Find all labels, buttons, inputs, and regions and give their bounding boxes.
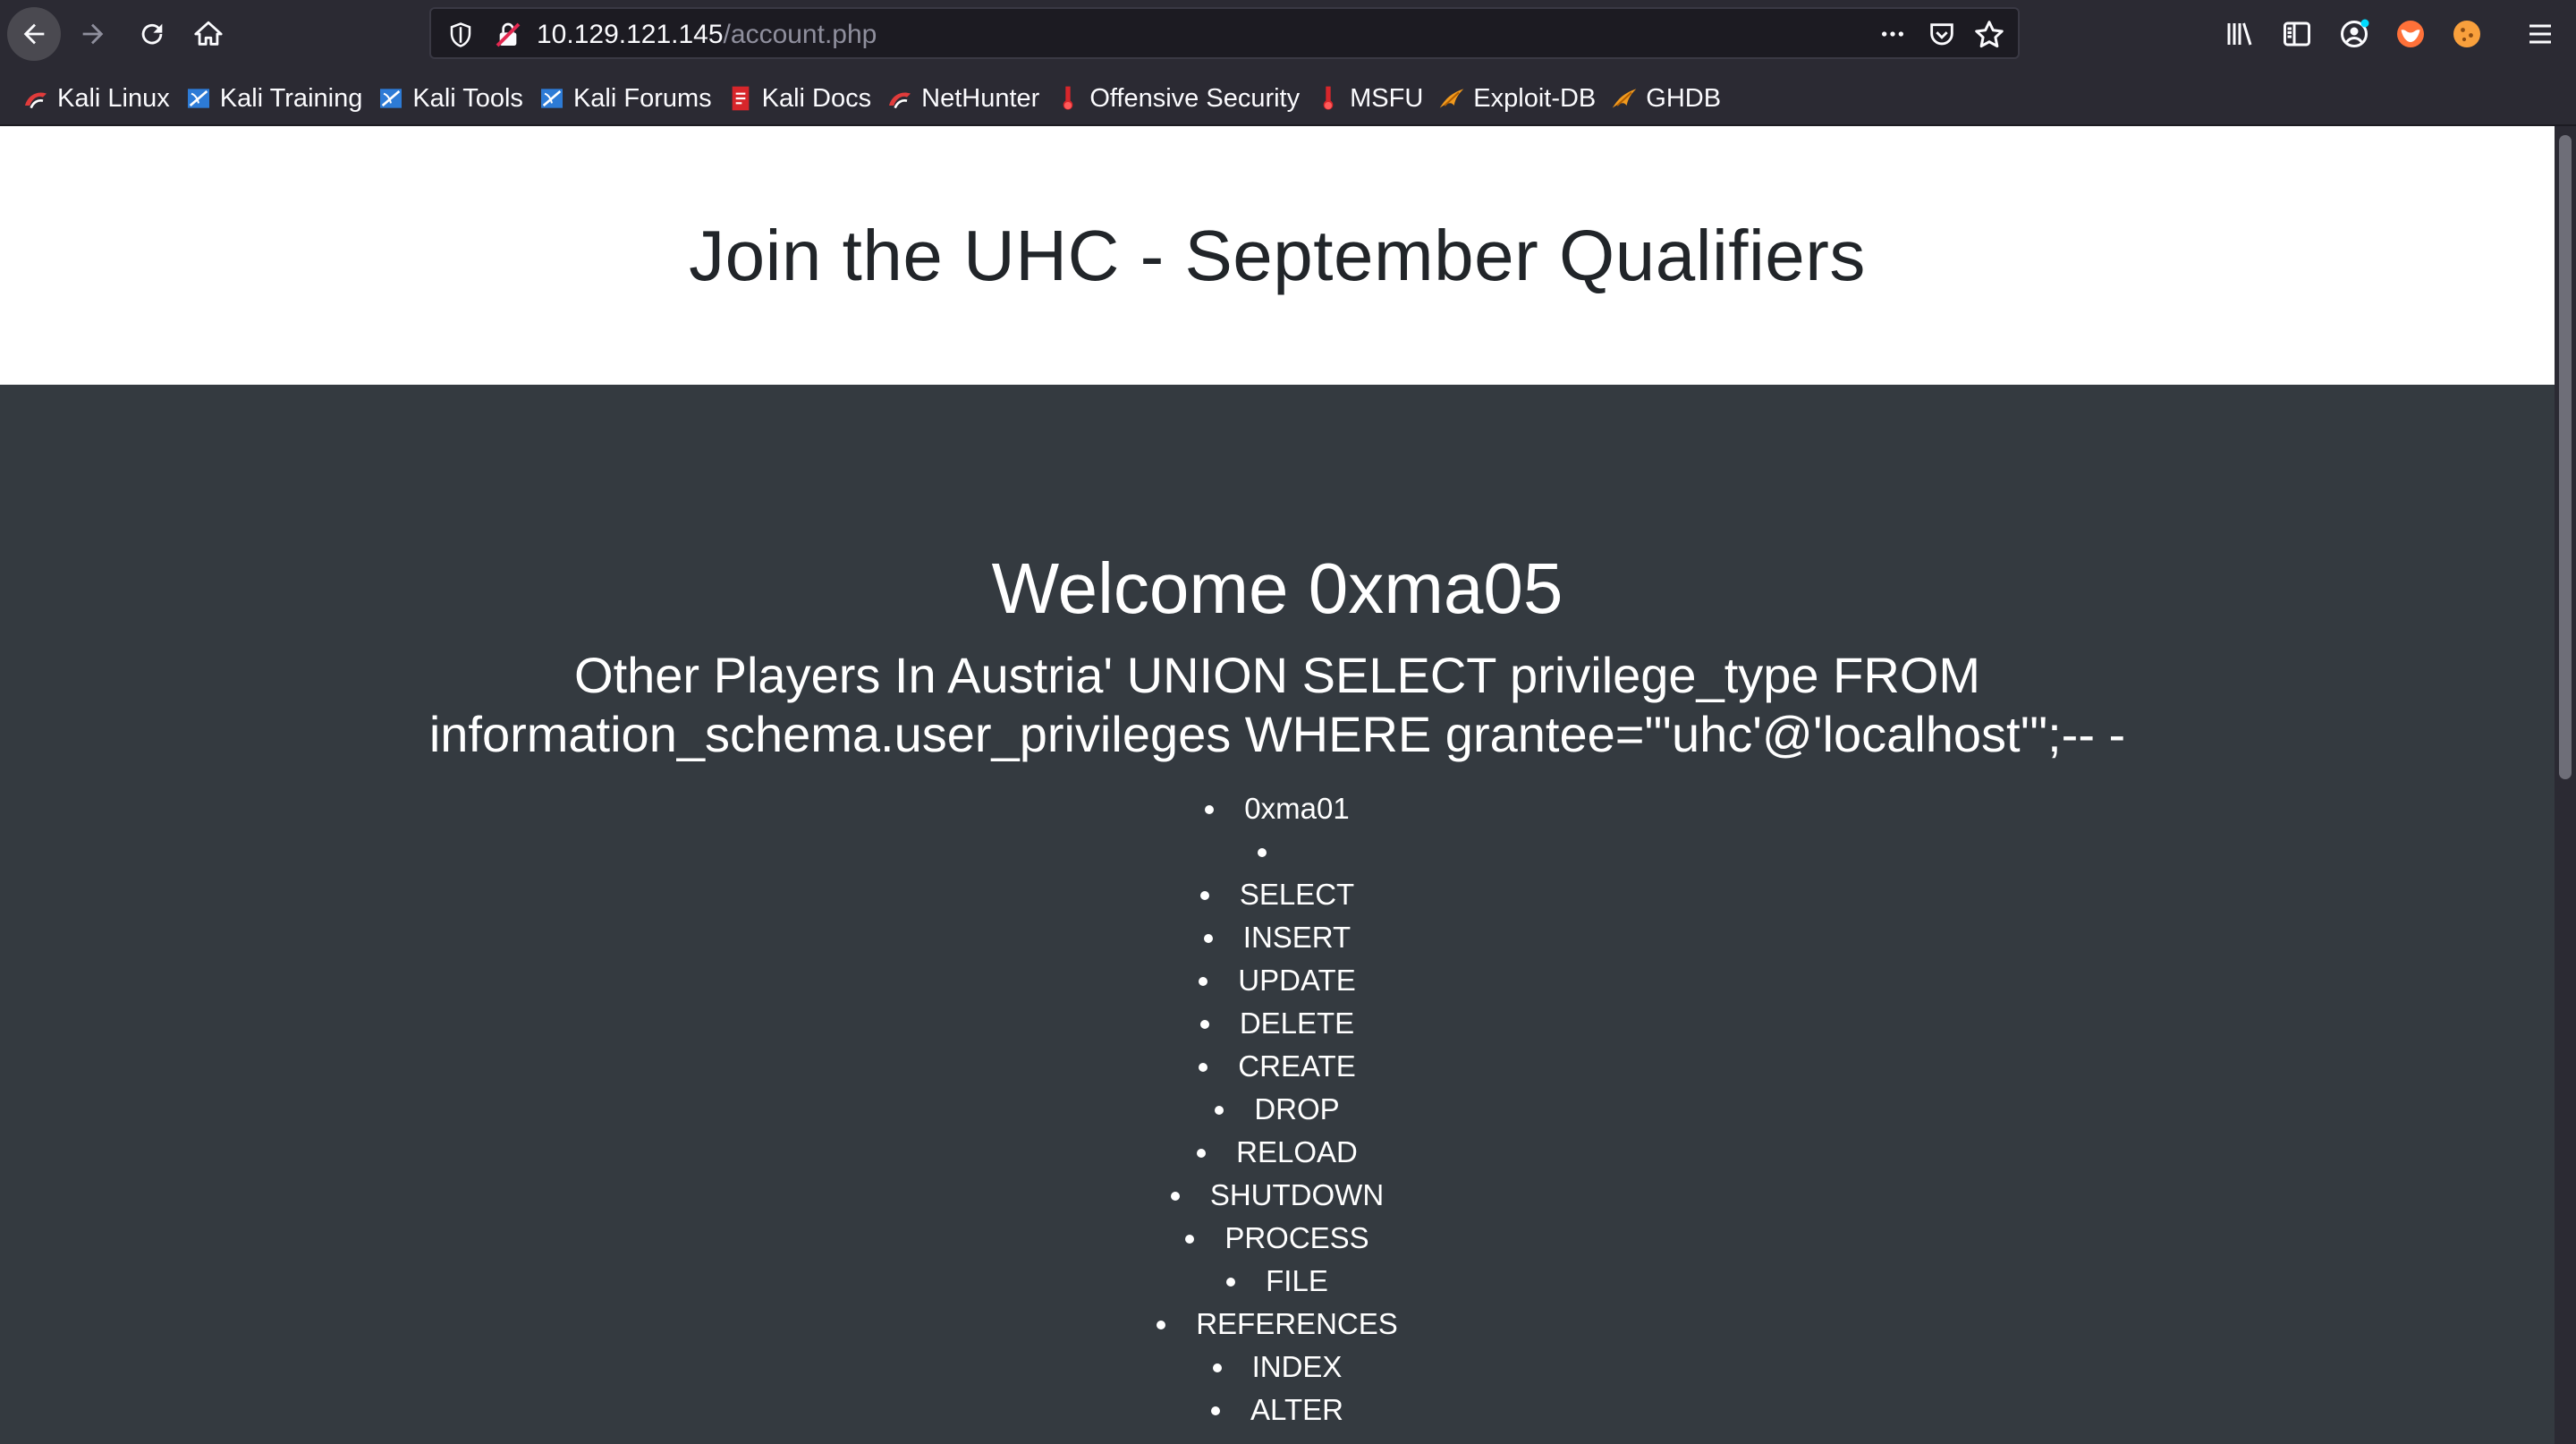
welcome-heading: Welcome 0xma05 [991, 548, 1563, 628]
bookmark-label: MSFU [1350, 83, 1424, 113]
player-list: 0xma01 SELECTINSERTUPDATEDELETECREATEDROP… [0, 787, 2555, 1431]
arrow-right-icon [82, 23, 104, 45]
sidebar-icon[interactable] [2281, 18, 2313, 50]
kali-dragon-icon [25, 92, 47, 109]
bookmark-offensive-security[interactable]: Offensive Security [1050, 79, 1310, 118]
kali-docs-icon [732, 86, 749, 111]
bookmark-label: Offensive Security [1089, 83, 1301, 113]
reload-icon [141, 23, 163, 45]
player-list-item [0, 830, 2555, 873]
more-actions-icon[interactable] [1877, 20, 1909, 48]
bookmark-label: Kali Tools [412, 83, 523, 113]
page-viewport: Join the UHC - September Qualifiers Welc… [0, 126, 2555, 1444]
player-list-item: INSERT [0, 916, 2555, 959]
url-text[interactable]: 10.129.121.145/account.php [537, 19, 877, 51]
bookmark-kali-training[interactable]: Kali Training [181, 79, 374, 118]
player-list-item: UPDATE [0, 959, 2555, 1002]
browser-toolbar: 10.129.121.145/account.php [0, 0, 2576, 68]
exploit-db-icon [1439, 89, 1464, 108]
bookmark-kali-forums[interactable]: Kali Forums [534, 79, 723, 118]
player-list-item: REFERENCES [0, 1303, 2555, 1346]
nethunter-icon [889, 92, 911, 109]
bookmarks-bar: Kali Linux Kali Training Kali Tools Kali… [18, 79, 1732, 118]
hamburger-menu-icon[interactable] [2524, 18, 2556, 50]
bookmark-label: NetHunter [921, 83, 1040, 113]
kali-tools-icon [380, 89, 402, 108]
scrollbar-thumb[interactable] [2559, 135, 2572, 779]
extension-cookie-icon[interactable] [2451, 18, 2483, 50]
extension-fox-icon[interactable] [2394, 18, 2427, 50]
account-icon[interactable] [2338, 18, 2370, 50]
player-list-item: RELOAD [0, 1131, 2555, 1174]
browser-chrome: 10.129.121.145/account.php Kali Linux Ka… [0, 0, 2576, 126]
bookmark-label: Kali Forums [572, 83, 712, 113]
library-icon[interactable] [2224, 18, 2256, 50]
bookmark-kali-tools[interactable]: Kali Tools [373, 79, 534, 118]
player-list-item: DELETE [0, 1002, 2555, 1045]
arrow-left-icon [23, 23, 45, 45]
account-content: Welcome 0xma05 Other Players In Austria'… [0, 385, 2555, 1431]
player-list-item: FILE [0, 1260, 2555, 1303]
bookmark-label: Kali Training [219, 83, 363, 113]
hero-banner: Join the UHC - September Qualifiers [0, 126, 2555, 385]
kali-training-icon [187, 89, 209, 108]
back-button[interactable] [7, 7, 61, 61]
bookmark-kali-docs[interactable]: Kali Docs [723, 79, 883, 118]
player-list-item: SELECT [0, 873, 2555, 916]
player-list-item: PROCESS [0, 1217, 2555, 1260]
bookmark-label: Kali Linux [57, 83, 170, 113]
bookmark-label: Exploit-DB [1473, 83, 1597, 113]
bookmark-exploit-db[interactable]: Exploit-DB [1434, 79, 1606, 118]
player-list-item: SHUTDOWN [0, 1174, 2555, 1217]
url-path: /account.php [723, 20, 877, 49]
bookmark-label: GHDB [1646, 83, 1722, 113]
bookmark-star-icon[interactable] [1973, 19, 2005, 51]
player-list-item: 0xma01 [0, 787, 2555, 830]
player-list-item: DROP [0, 1088, 2555, 1131]
forward-button[interactable] [66, 7, 120, 61]
bookmark-msfu[interactable]: MSFU [1310, 79, 1434, 118]
address-bar[interactable]: 10.129.121.145/account.php [429, 7, 2020, 59]
kali-forums-icon [540, 89, 563, 108]
bookmark-label: Kali Docs [761, 83, 872, 113]
bookmark-ghdb[interactable]: GHDB [1606, 79, 1732, 118]
home-icon [194, 21, 223, 46]
shield-icon[interactable] [447, 21, 474, 48]
msfu-icon [1323, 86, 1334, 110]
bookmark-nethunter[interactable]: NetHunter [882, 79, 1050, 118]
offsec-icon [1063, 86, 1073, 110]
page-title: Join the UHC - September Qualifiers [689, 215, 1866, 295]
bookmark-kali-linux[interactable]: Kali Linux [18, 79, 181, 118]
player-list-item: ALTER [0, 1389, 2555, 1431]
players-heading: Other Players In Austria' UNION SELECT p… [428, 647, 2126, 762]
reload-button[interactable] [125, 7, 179, 61]
page-scrollbar[interactable] [2555, 126, 2576, 1444]
pocket-icon[interactable] [1927, 20, 1957, 50]
home-button[interactable] [182, 7, 235, 61]
player-list-item: INDEX [0, 1346, 2555, 1389]
ghdb-icon [1612, 89, 1637, 108]
insecure-lock-icon[interactable] [494, 21, 522, 49]
player-list-item: CREATE [0, 1045, 2555, 1088]
url-host: 10.129.121.145 [537, 20, 724, 49]
